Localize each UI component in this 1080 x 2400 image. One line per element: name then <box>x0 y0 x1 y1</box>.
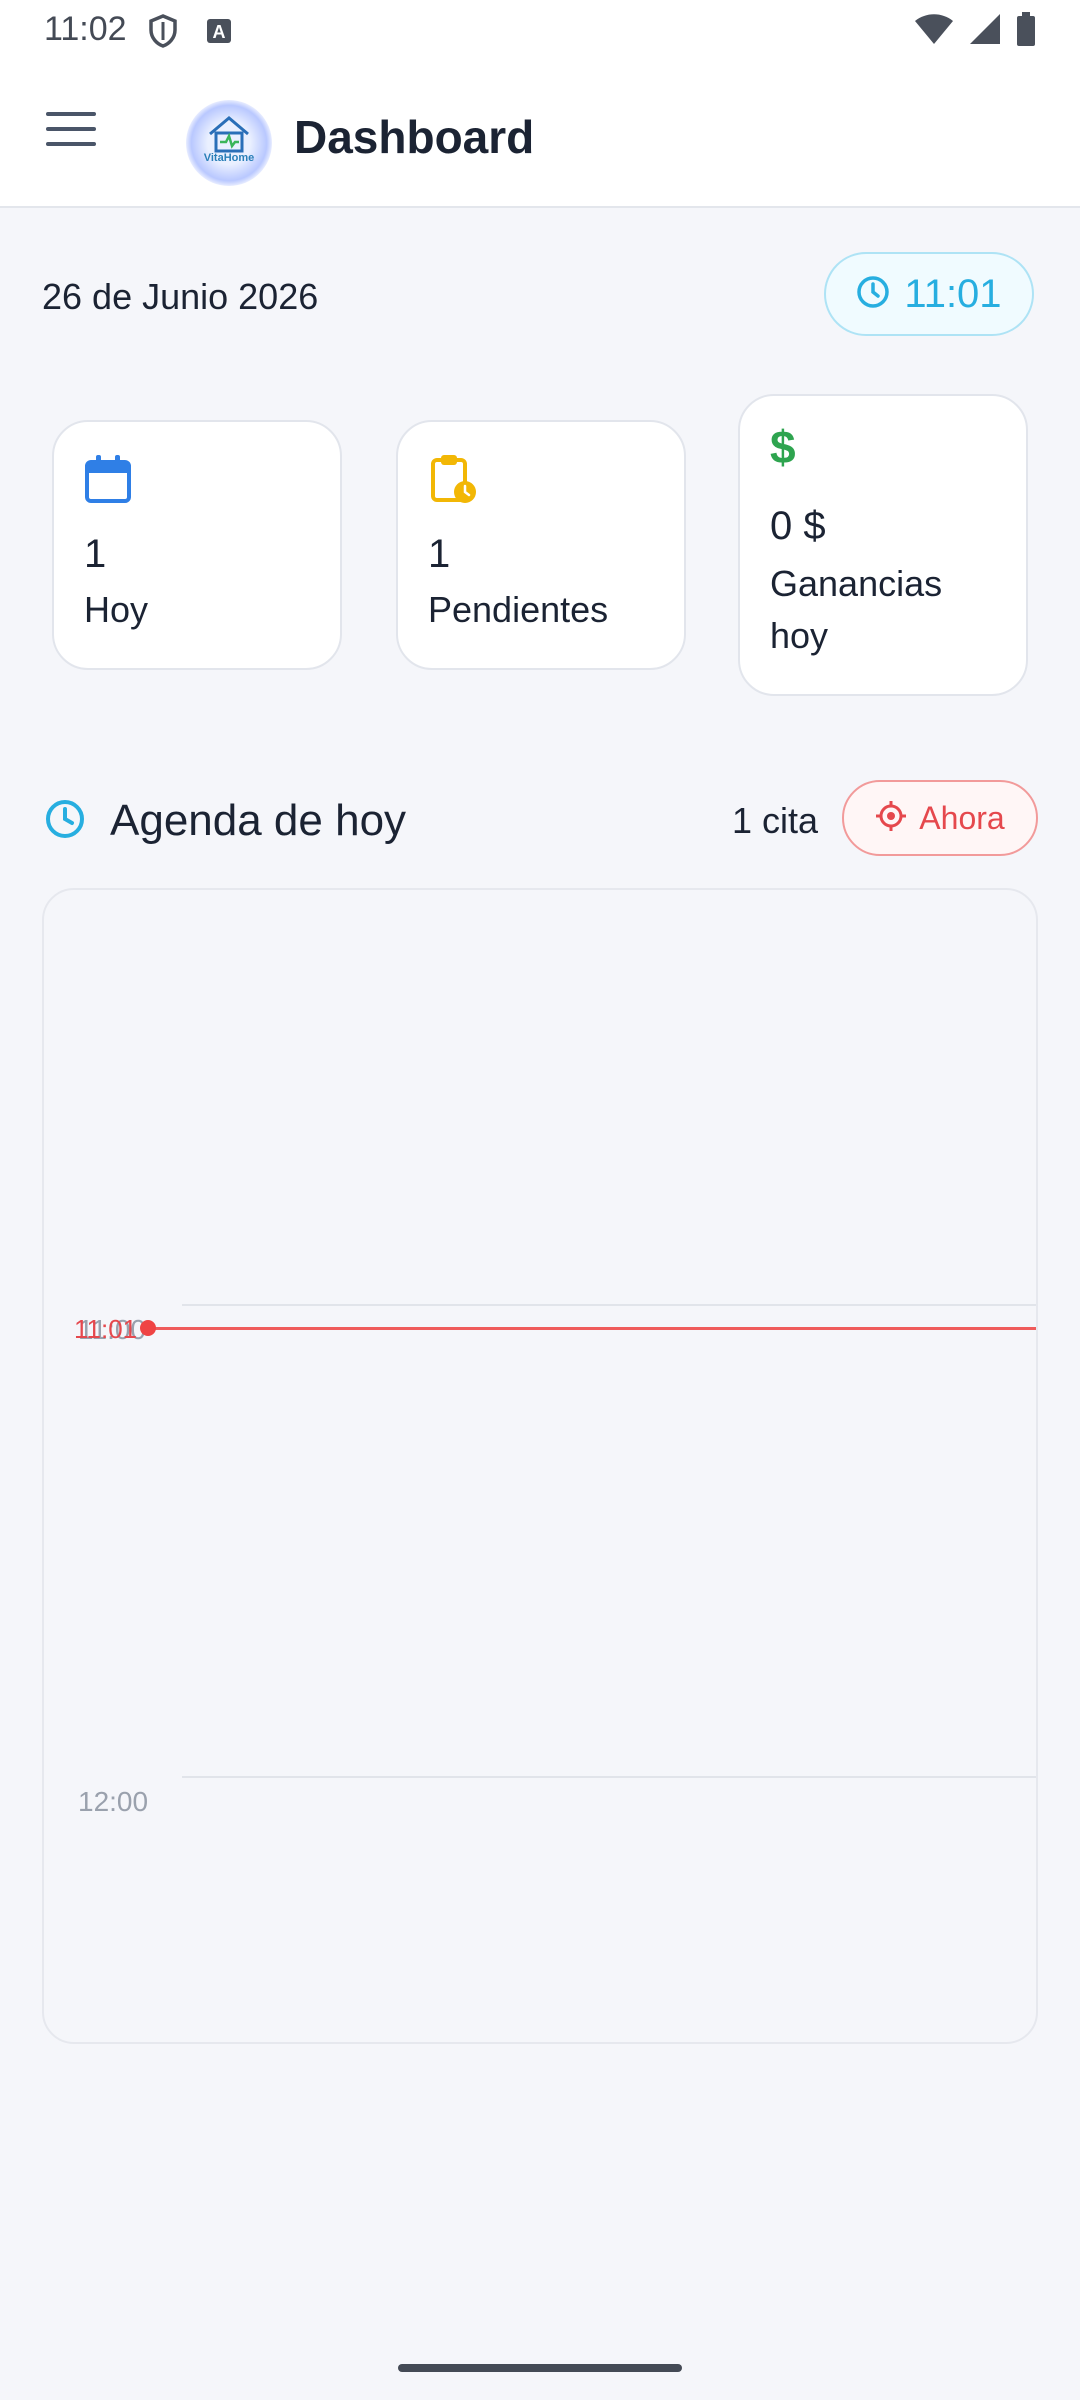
stat-value: 1 <box>428 532 451 576</box>
page-title: Dashboard <box>294 111 535 163</box>
wifi-icon <box>914 12 954 51</box>
current-time-chip: 11:01 <box>824 252 1034 336</box>
agenda-timeline[interactable]: 11:00 12:00 11:01 <box>42 888 1038 2044</box>
current-date: 26 de Junio 2026 <box>42 276 319 317</box>
agenda-title: Agenda de hoy <box>110 796 407 845</box>
stat-card-pending[interactable]: 1 Pendientes <box>396 420 686 670</box>
signal-icon <box>968 12 1002 51</box>
hour-label: 12:00 <box>78 1786 149 1817</box>
font-a-icon: A <box>206 18 232 49</box>
clipboard-clock-icon <box>428 452 478 511</box>
home-indicator[interactable] <box>398 2364 682 2372</box>
calendar-icon <box>84 454 132 509</box>
dollar-icon: $ <box>770 421 796 473</box>
stat-card-today[interactable]: 1 Hoy <box>52 420 342 670</box>
now-button[interactable]: Ahora <box>842 780 1038 856</box>
status-bar: 11:02 A <box>0 0 1080 64</box>
hour-line <box>182 1304 1036 1306</box>
shield-icon <box>148 14 178 53</box>
app-logo: VitaHome <box>186 100 272 186</box>
clock-icon <box>44 798 86 845</box>
stat-value: 0 $ <box>770 504 826 548</box>
app-bar: VitaHome Dashboard <box>0 64 1080 208</box>
menu-icon[interactable] <box>46 112 96 152</box>
agenda-count: 1 cita <box>732 800 819 841</box>
stat-label: Ganancias <box>770 563 943 604</box>
stat-card-earnings[interactable]: $ 0 $ Ganancias hoy <box>738 394 1028 696</box>
stat-label-line2: hoy <box>770 615 829 656</box>
current-time: 11:01 <box>904 271 1002 316</box>
target-icon <box>875 800 907 837</box>
svg-text:A: A <box>213 22 226 42</box>
stat-label: Hoy <box>84 589 149 630</box>
stat-value: 1 <box>84 532 107 576</box>
status-time: 11:02 <box>44 10 127 48</box>
battery-icon <box>1016 12 1036 51</box>
current-time-line <box>148 1327 1036 1330</box>
now-button-label: Ahora <box>919 799 1005 836</box>
current-time-dot <box>140 1320 156 1336</box>
clock-icon <box>856 275 890 314</box>
hour-line <box>182 1776 1036 1778</box>
stat-label: Pendientes <box>428 589 609 630</box>
logo-text: VitaHome <box>203 152 255 164</box>
current-time-label: 11:01 <box>74 1314 138 1344</box>
